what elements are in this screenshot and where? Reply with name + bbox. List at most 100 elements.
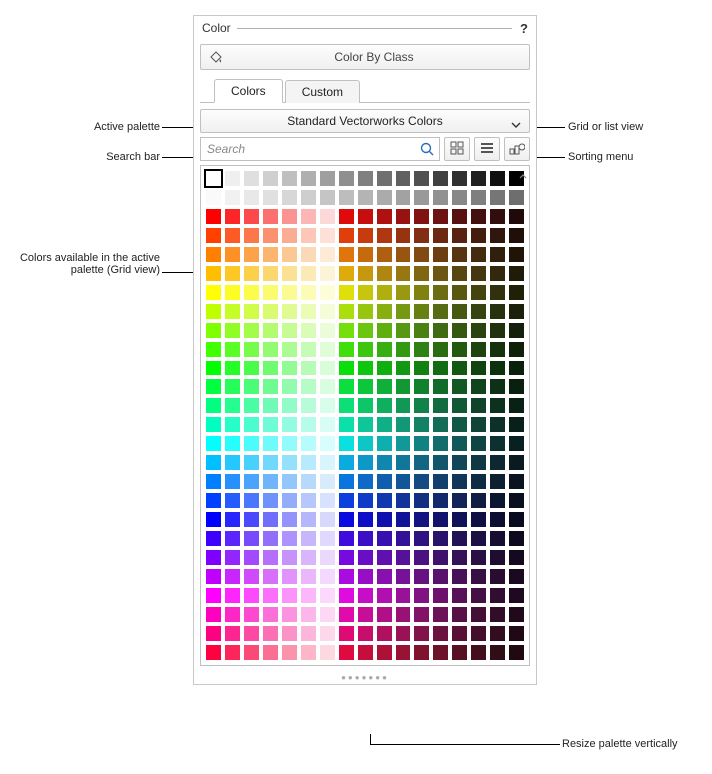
color-swatch[interactable] xyxy=(281,644,298,661)
color-swatch[interactable] xyxy=(451,568,468,585)
color-swatch[interactable] xyxy=(319,208,336,225)
color-swatch[interactable] xyxy=(376,227,393,244)
color-swatch[interactable] xyxy=(395,208,412,225)
color-swatch[interactable] xyxy=(319,625,336,642)
color-swatch[interactable] xyxy=(319,549,336,566)
color-swatch[interactable] xyxy=(224,454,241,471)
color-swatch[interactable] xyxy=(300,644,317,661)
color-swatch[interactable] xyxy=(451,246,468,263)
color-swatch[interactable] xyxy=(508,208,525,225)
color-swatch[interactable] xyxy=(300,625,317,642)
color-swatch[interactable] xyxy=(300,435,317,452)
color-swatch[interactable] xyxy=(413,189,430,206)
color-swatch[interactable] xyxy=(413,341,430,358)
color-swatch[interactable] xyxy=(489,530,506,547)
color-swatch[interactable] xyxy=(451,170,468,187)
color-swatch[interactable] xyxy=(224,397,241,414)
color-swatch[interactable] xyxy=(224,341,241,358)
color-swatch[interactable] xyxy=(376,473,393,490)
color-swatch[interactable] xyxy=(470,473,487,490)
color-swatch[interactable] xyxy=(451,606,468,623)
color-swatch[interactable] xyxy=(489,284,506,301)
color-swatch[interactable] xyxy=(508,492,525,509)
color-swatch[interactable] xyxy=(319,284,336,301)
color-swatch[interactable] xyxy=(300,246,317,263)
color-swatch[interactable] xyxy=(508,549,525,566)
sort-button[interactable] xyxy=(504,137,530,161)
color-swatch[interactable] xyxy=(413,416,430,433)
color-swatch[interactable] xyxy=(205,606,222,623)
color-swatch[interactable] xyxy=(451,492,468,509)
color-swatch[interactable] xyxy=(338,170,355,187)
color-swatch[interactable] xyxy=(376,378,393,395)
color-swatch[interactable] xyxy=(432,246,449,263)
color-swatch[interactable] xyxy=(508,265,525,282)
color-swatch[interactable] xyxy=(205,473,222,490)
color-swatch[interactable] xyxy=(205,322,222,339)
color-swatch[interactable] xyxy=(508,378,525,395)
color-swatch[interactable] xyxy=(489,322,506,339)
color-swatch[interactable] xyxy=(451,303,468,320)
color-swatch[interactable] xyxy=(508,227,525,244)
color-swatch[interactable] xyxy=(451,378,468,395)
color-swatch[interactable] xyxy=(508,322,525,339)
tab-colors[interactable]: Colors xyxy=(214,79,283,103)
color-swatch[interactable] xyxy=(319,416,336,433)
color-swatch[interactable] xyxy=(300,568,317,585)
color-swatch[interactable] xyxy=(489,492,506,509)
color-swatch[interactable] xyxy=(376,416,393,433)
color-swatch[interactable] xyxy=(205,397,222,414)
color-swatch[interactable] xyxy=(205,189,222,206)
color-swatch[interactable] xyxy=(205,530,222,547)
color-swatch[interactable] xyxy=(451,644,468,661)
color-swatch[interactable] xyxy=(205,587,222,604)
color-swatch[interactable] xyxy=(413,511,430,528)
color-swatch[interactable] xyxy=(300,511,317,528)
color-swatch[interactable] xyxy=(470,397,487,414)
color-swatch[interactable] xyxy=(281,549,298,566)
color-swatch[interactable] xyxy=(413,265,430,282)
color-swatch[interactable] xyxy=(224,378,241,395)
color-swatch[interactable] xyxy=(432,511,449,528)
color-swatch[interactable] xyxy=(300,341,317,358)
color-swatch[interactable] xyxy=(300,227,317,244)
color-swatch[interactable] xyxy=(224,625,241,642)
color-swatch[interactable] xyxy=(205,492,222,509)
color-swatch[interactable] xyxy=(470,530,487,547)
color-swatch[interactable] xyxy=(357,454,374,471)
color-swatch[interactable] xyxy=(489,341,506,358)
color-swatch[interactable] xyxy=(470,435,487,452)
color-swatch[interactable] xyxy=(489,227,506,244)
color-swatch[interactable] xyxy=(281,511,298,528)
color-swatch[interactable] xyxy=(432,473,449,490)
color-swatch[interactable] xyxy=(395,492,412,509)
color-swatch[interactable] xyxy=(413,378,430,395)
color-swatch[interactable] xyxy=(243,284,260,301)
color-swatch[interactable] xyxy=(243,549,260,566)
color-swatch[interactable] xyxy=(413,587,430,604)
color-swatch[interactable] xyxy=(243,397,260,414)
color-swatch[interactable] xyxy=(489,303,506,320)
color-swatch[interactable] xyxy=(205,360,222,377)
color-swatch[interactable] xyxy=(338,435,355,452)
color-swatch[interactable] xyxy=(395,549,412,566)
color-swatch[interactable] xyxy=(243,246,260,263)
color-swatch[interactable] xyxy=(470,322,487,339)
color-swatch[interactable] xyxy=(205,378,222,395)
color-swatch[interactable] xyxy=(338,473,355,490)
color-swatch[interactable] xyxy=(376,341,393,358)
color-swatch[interactable] xyxy=(338,284,355,301)
color-swatch[interactable] xyxy=(224,530,241,547)
color-swatch[interactable] xyxy=(395,322,412,339)
color-swatch[interactable] xyxy=(224,284,241,301)
color-swatch[interactable] xyxy=(508,341,525,358)
color-swatch[interactable] xyxy=(319,227,336,244)
color-swatch[interactable] xyxy=(338,246,355,263)
color-swatch[interactable] xyxy=(432,454,449,471)
color-swatch[interactable] xyxy=(205,454,222,471)
color-swatch[interactable] xyxy=(319,341,336,358)
color-swatch[interactable] xyxy=(508,246,525,263)
scroll-up-icon[interactable] xyxy=(519,172,527,182)
search-input[interactable] xyxy=(200,137,440,161)
color-swatch[interactable] xyxy=(376,170,393,187)
